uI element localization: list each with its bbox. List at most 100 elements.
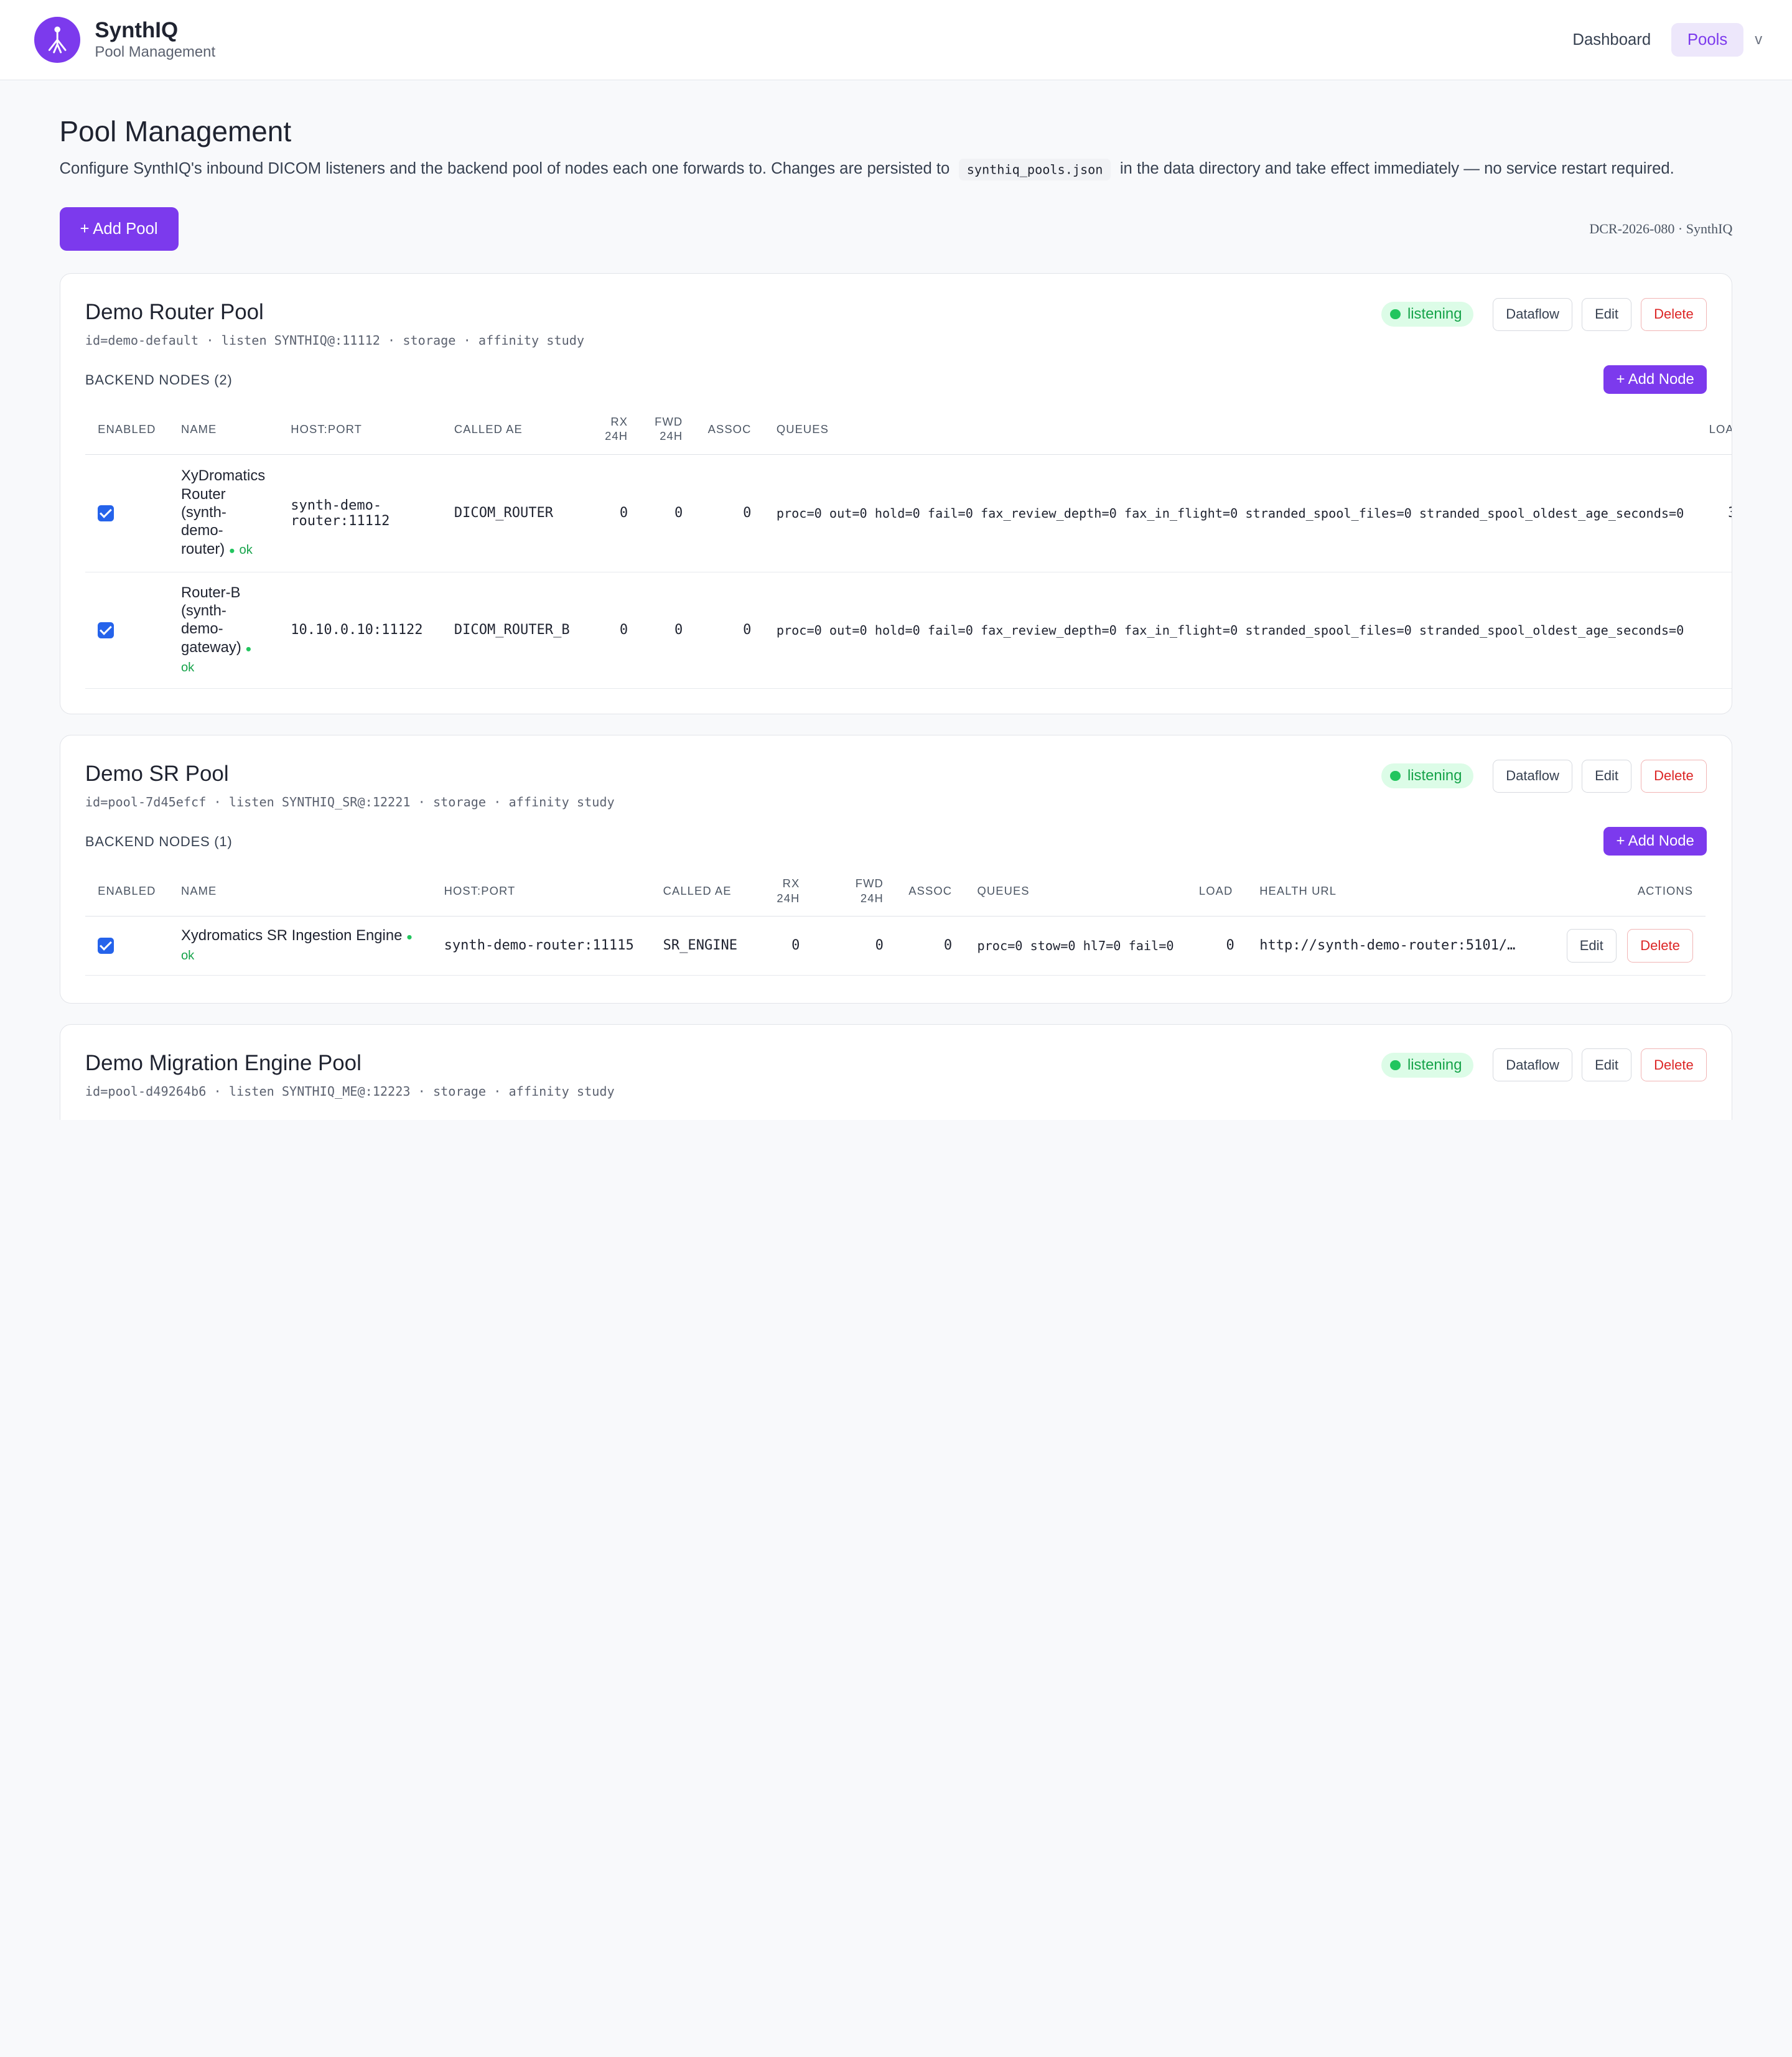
dataflow-button[interactable]: Dataflow	[1493, 1048, 1573, 1082]
col-fwd-line1: FWD	[655, 414, 683, 428]
dataflow-button[interactable]: Dataflow	[1493, 759, 1573, 793]
node-name: Router-B (synth-demo-gateway) ● ok	[181, 584, 266, 678]
status-dot-icon	[1390, 1060, 1401, 1071]
col-queues: QUEUES	[964, 865, 1187, 917]
enabled-checkbox[interactable]	[98, 938, 114, 954]
table-header-row: ENABLED NAME HOST:PORT CALLED AE RX 24H F…	[85, 865, 1706, 917]
col-load: LOAD	[1186, 865, 1247, 917]
backend-nodes-label: BACKEND NODES (1)	[85, 833, 233, 849]
edit-pool-button[interactable]: Edit	[1581, 759, 1632, 793]
col-name: NAME	[168, 865, 432, 917]
col-fwd-line1: FWD	[855, 876, 884, 890]
node-name: XyDromatics Router (synth-demo-router) ●…	[181, 467, 266, 559]
rx-cell: 0	[587, 454, 641, 572]
table-row: Xydromatics SR Ingestion Engine ● ok synt…	[85, 916, 1706, 976]
app-root: SynthIQ Pool Management Dashboard Pools …	[0, 0, 1792, 1120]
col-rx: RX 24H	[753, 865, 813, 917]
rx-cell: 0	[753, 916, 813, 976]
enabled-checkbox[interactable]	[98, 505, 114, 521]
delete-pool-button[interactable]: Delete	[1640, 759, 1707, 793]
table-row: Router-B (synth-demo-gateway) ● ok 10.10…	[85, 572, 1732, 689]
name-cell: XyDromatics Router (synth-demo-router) ●…	[168, 454, 279, 572]
page-title: Pool Management	[59, 114, 292, 147]
nav-dashboard[interactable]: Dashboard	[1557, 23, 1667, 57]
status-label: listening	[1407, 306, 1462, 323]
add-node-button[interactable]: + Add Node	[1603, 826, 1707, 856]
col-hostport: HOST:PORT	[278, 404, 442, 455]
edit-pool-button[interactable]: Edit	[1581, 1048, 1632, 1082]
col-enabled: ENABLED	[85, 865, 169, 917]
fwd-cell: 0	[640, 572, 696, 689]
add-pool-button[interactable]: + Add Pool	[59, 207, 179, 251]
edit-pool-button[interactable]: Edit	[1581, 297, 1632, 331]
col-assoc: ASSOC	[695, 404, 764, 455]
col-name: NAME	[168, 404, 279, 455]
config-filename: synthiq_pools.json	[958, 158, 1111, 180]
node-name: Xydromatics SR Ingestion Engine ● ok	[181, 926, 419, 966]
nodes-table: ENABLED NAME HOST:PORT CALLED AE RX 24H F…	[85, 865, 1706, 976]
col-called-ae: CALLED AE	[441, 404, 588, 455]
hostport-cell: 10.10.0.10:11122	[278, 572, 442, 689]
col-assoc: ASSOC	[896, 865, 965, 917]
node-name-text: Router-B (synth-demo-gateway)	[180, 584, 241, 656]
table-row: XyDromatics Router (synth-demo-router) ●…	[85, 454, 1732, 572]
node-status: ok	[180, 661, 195, 675]
assoc-cell: 0	[695, 454, 764, 572]
queues-cell: proc=0 stow=0 hl7=0 fail=0	[964, 916, 1187, 976]
col-load: LOAD	[1696, 404, 1732, 455]
ok-dot-icon: ●	[228, 544, 235, 556]
app-name: SynthIQ	[95, 17, 179, 42]
name-cell: Router-B (synth-demo-gateway) ● ok	[168, 572, 279, 689]
ok-dot-icon: ●	[406, 930, 413, 943]
health-url-cell: http://synth-demo-router:5101/…	[1246, 916, 1545, 976]
enabled-checkbox[interactable]	[98, 622, 114, 638]
delete-node-button[interactable]: Delete	[1627, 929, 1694, 963]
synthiq-logo-icon	[34, 17, 80, 63]
pool-card: Demo Migration Engine Pool id=pool-d4926…	[59, 1024, 1733, 1120]
node-status: ok	[239, 543, 253, 557]
col-fwd-line2: 24H	[660, 429, 683, 443]
status-badge: listening	[1381, 763, 1473, 789]
enabled-cell	[85, 916, 169, 976]
col-health: HEALTH URL	[1246, 865, 1545, 917]
rx-cell: 0	[587, 572, 641, 689]
delete-pool-button[interactable]: Delete	[1640, 297, 1707, 331]
pool-header: Demo Router Pool id=demo-default · liste…	[85, 299, 584, 348]
page-description: Configure SynthIQ's inbound DICOM listen…	[60, 157, 1733, 181]
load-cell: 31	[1696, 454, 1732, 572]
desc-text-2: in the data directory and take effect im…	[1119, 160, 1674, 178]
brand: SynthIQ Pool Management	[95, 18, 215, 62]
hostport-cell: synth-demo-router:11112	[278, 454, 442, 572]
name-cell: Xydromatics SR Ingestion Engine ● ok	[168, 916, 432, 976]
col-enabled: ENABLED	[85, 404, 169, 455]
page-actions: + Add Pool DCR-2026-080 · SynthIQ	[59, 207, 1732, 251]
nav-pools[interactable]: Pools	[1671, 22, 1743, 57]
edit-node-button[interactable]: Edit	[1566, 929, 1617, 963]
called-ae-cell: DICOM_ROUTER_B	[441, 572, 588, 689]
enabled-cell	[85, 572, 169, 689]
delete-pool-button[interactable]: Delete	[1640, 1048, 1707, 1082]
backend-nodes-label: BACKEND NODES (2)	[85, 371, 233, 388]
dataflow-button[interactable]: Dataflow	[1493, 297, 1573, 331]
load-cell: 0	[1696, 572, 1732, 689]
pool-card: Demo Router Pool id=demo-default · liste…	[59, 273, 1733, 714]
node-name-text: Xydromatics SR Ingestion Engine	[180, 926, 403, 944]
pool-meta: id=pool-7d45efcf · listen SYNTHIQ_SR@:12…	[85, 795, 615, 810]
col-fwd-line2: 24H	[860, 891, 884, 905]
add-node-button[interactable]: + Add Node	[1603, 365, 1707, 394]
status-badge: listening	[1381, 1052, 1473, 1078]
top-nav: Dashboard Pools v	[1552, 22, 1762, 57]
col-queues: QUEUES	[763, 404, 1697, 455]
node-status: ok	[180, 948, 195, 963]
nav-more-menu[interactable]: v	[1755, 31, 1762, 49]
called-ae-cell: DICOM_ROUTER	[441, 454, 588, 572]
status-dot-icon	[1390, 770, 1401, 781]
pool-title: Demo SR Pool	[85, 762, 229, 786]
col-rx-line2: 24H	[605, 429, 628, 443]
status-badge: listening	[1381, 301, 1473, 327]
pool-header: Demo SR Pool id=pool-7d45efcf · listen S…	[85, 760, 615, 809]
main-content: Pool Management Configure SynthIQ's inbo…	[59, 80, 1733, 1120]
queues-cell: proc=0 out=0 hold=0 fail=0 fax_review_de…	[763, 454, 1697, 572]
pool-header: Demo Migration Engine Pool id=pool-d4926…	[85, 1050, 615, 1099]
load-cell: 0	[1186, 916, 1247, 976]
